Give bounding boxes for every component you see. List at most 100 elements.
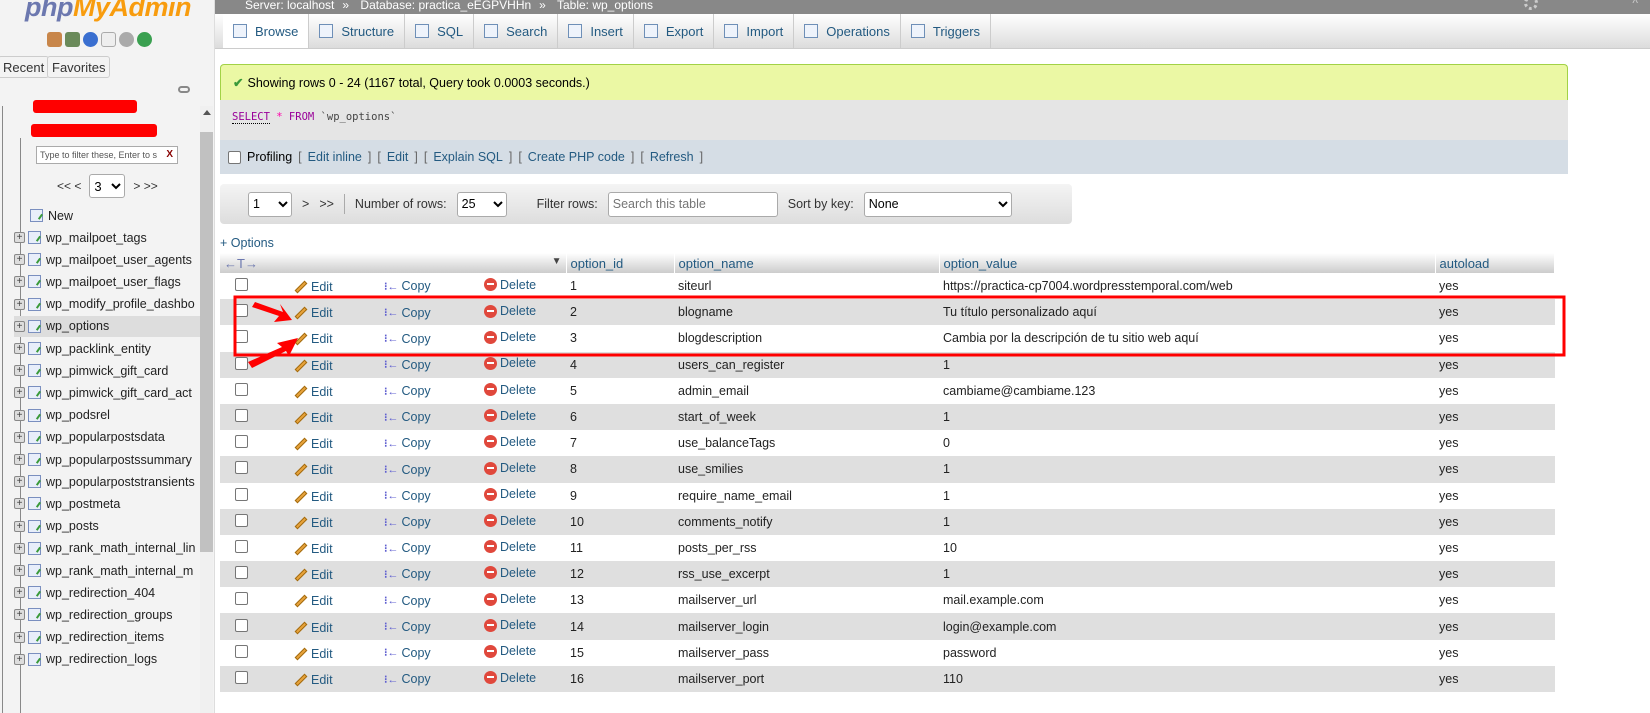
link-icon[interactable] <box>178 86 190 93</box>
cell-autoload[interactable]: yes <box>1435 665 1555 692</box>
cell-option_value[interactable]: password <box>939 639 1435 666</box>
copy-button[interactable]: ⁝← Copy <box>384 463 431 477</box>
cell-autoload[interactable]: yes <box>1435 456 1555 483</box>
tab-operations[interactable]: Operations <box>794 14 901 48</box>
pager-next[interactable]: > >> <box>133 179 157 193</box>
profiling-link[interactable]: Explain SQL <box>433 150 502 164</box>
gear-icon[interactable] <box>119 32 134 47</box>
cell-option_value[interactable]: 1 <box>939 482 1435 509</box>
sidebar-table-item[interactable]: + wp_modify_profile_dashbo <box>14 294 200 315</box>
delete-button[interactable]: Delete <box>484 383 536 397</box>
cell-autoload[interactable]: yes <box>1435 403 1555 431</box>
cell-autoload[interactable]: yes <box>1435 377 1555 404</box>
cell-option_id[interactable]: 10 <box>566 508 674 535</box>
cell-autoload[interactable]: yes <box>1435 299 1555 326</box>
expand-icon[interactable]: + <box>14 431 25 443</box>
expand-icon[interactable]: + <box>14 454 25 465</box>
docs-icon[interactable] <box>101 32 116 47</box>
sort-by-key-select[interactable]: None <box>863 191 1012 217</box>
profiling-link[interactable]: Refresh <box>650 150 694 164</box>
logout-icon[interactable] <box>65 32 80 47</box>
new-table-item[interactable]: New <box>30 205 216 226</box>
column-header-option_value[interactable]: option_value <box>939 253 1436 273</box>
phpmyadmin-logo[interactable]: phpMyAdmin <box>25 0 191 23</box>
delete-button[interactable]: Delete <box>484 592 536 606</box>
delete-button[interactable]: Delete <box>484 435 536 449</box>
cell-option_value[interactable]: Tu título personalizado aquí <box>939 299 1435 326</box>
filter-rows-input[interactable] <box>607 191 778 217</box>
next-page-button[interactable]: > <box>302 197 309 211</box>
row-checkbox[interactable] <box>235 513 248 527</box>
cell-option_name[interactable]: blogdescription <box>674 325 939 352</box>
row-checkbox[interactable] <box>235 670 248 684</box>
cell-option_name[interactable]: users_can_register <box>674 351 939 378</box>
cell-option_name[interactable]: posts_per_rss <box>674 534 939 562</box>
cell-option_name[interactable]: mailserver_url <box>674 587 939 614</box>
profiling-link[interactable]: Edit inline <box>308 150 362 164</box>
copy-button[interactable]: ⁝← Copy <box>384 594 431 608</box>
cell-option_value[interactable]: 110 <box>939 665 1435 692</box>
breadcrumb-table[interactable]: Table: wp_options <box>557 0 653 12</box>
expand-icon[interactable]: + <box>14 587 25 599</box>
sidebar-table-item[interactable]: + wp_popularpostsdata <box>14 427 200 448</box>
tab-export[interactable]: Export <box>634 14 715 48</box>
cell-autoload[interactable]: yes <box>1435 430 1555 457</box>
cell-option_name[interactable]: blogname <box>674 299 939 326</box>
sidebar-table-item[interactable]: + wp_popularpostssummary <box>14 449 200 470</box>
delete-button[interactable]: Delete <box>484 644 536 658</box>
rows-per-page-select[interactable]: 25 <box>456 191 507 217</box>
cell-option_id[interactable]: 3 <box>566 325 674 352</box>
cell-option_value[interactable]: 1 <box>939 456 1435 483</box>
edit-button[interactable]: Edit <box>294 280 333 294</box>
copy-button[interactable]: ⁝← Copy <box>384 515 431 529</box>
cell-autoload[interactable]: yes <box>1435 351 1555 378</box>
edit-button[interactable]: Edit <box>294 673 333 687</box>
sidebar-table-item[interactable]: + wp_redirection_404 <box>14 582 200 603</box>
cell-autoload[interactable]: yes <box>1435 639 1555 666</box>
cell-autoload[interactable]: yes <box>1435 325 1555 352</box>
delete-button[interactable]: Delete <box>484 566 536 580</box>
delete-button[interactable]: Delete <box>484 461 536 475</box>
sidebar-scrollbar-thumb[interactable] <box>200 132 213 552</box>
cell-option_value[interactable]: Cambia por la descripción de tu sitio we… <box>939 325 1435 352</box>
page-select[interactable]: 3 <box>89 174 126 198</box>
cell-autoload[interactable]: yes <box>1435 508 1555 535</box>
cell-option_id[interactable]: 1 <box>566 273 674 300</box>
help-icon[interactable] <box>83 32 98 47</box>
recent-tab[interactable]: Recent <box>0 56 50 78</box>
cell-option_id[interactable]: 7 <box>566 430 674 457</box>
scroll-up-arrow-icon[interactable] <box>203 110 211 115</box>
cell-option_id[interactable]: 5 <box>566 377 674 404</box>
delete-button[interactable]: Delete <box>484 330 536 344</box>
cell-option_value[interactable]: https://practica-cp7004.wordpresstempora… <box>939 273 1435 300</box>
tab-triggers[interactable]: Triggers <box>901 14 992 48</box>
edit-button[interactable]: Edit <box>294 516 333 530</box>
pager-prev[interactable]: << < <box>57 179 81 193</box>
cell-option_id[interactable]: 9 <box>566 482 674 509</box>
cell-option_id[interactable]: 13 <box>566 587 674 614</box>
cell-option_id[interactable]: 4 <box>566 351 674 378</box>
home-icon[interactable] <box>47 32 62 47</box>
sidebar-table-item[interactable]: + wp_mailpoet_tags <box>14 227 200 248</box>
column-header-option_id[interactable]: option_id <box>566 253 675 273</box>
tab-search[interactable]: Search <box>474 14 559 48</box>
clear-filter-icon[interactable]: X <box>166 149 173 160</box>
profiling-link[interactable]: Create PHP code <box>528 150 625 164</box>
cell-autoload[interactable]: yes <box>1435 534 1555 562</box>
edit-button[interactable]: Edit <box>294 490 333 504</box>
delete-button[interactable]: Delete <box>484 356 536 370</box>
sidebar-table-item[interactable]: + wp_redirection_items <box>14 627 200 648</box>
cell-option_id[interactable]: 14 <box>566 613 674 640</box>
cell-option_id[interactable]: 12 <box>566 561 674 588</box>
delete-button[interactable]: Delete <box>484 540 536 554</box>
cell-option_name[interactable]: start_of_week <box>674 403 939 431</box>
column-header-autoload[interactable]: autoload <box>1435 253 1555 273</box>
expand-icon[interactable]: + <box>14 232 25 243</box>
sidebar-table-item[interactable]: + wp_packlink_entity <box>14 338 200 359</box>
cell-autoload[interactable]: yes <box>1435 613 1555 640</box>
copy-button[interactable]: ⁝← Copy <box>384 620 431 634</box>
cell-option_id[interactable]: 15 <box>566 639 674 666</box>
edit-button[interactable]: Edit <box>294 463 333 477</box>
sidebar-table-item[interactable]: + wp_rank_math_internal_lin <box>14 538 200 559</box>
breadcrumb-database[interactable]: Database: practica_eEGPVHHn <box>360 0 531 12</box>
